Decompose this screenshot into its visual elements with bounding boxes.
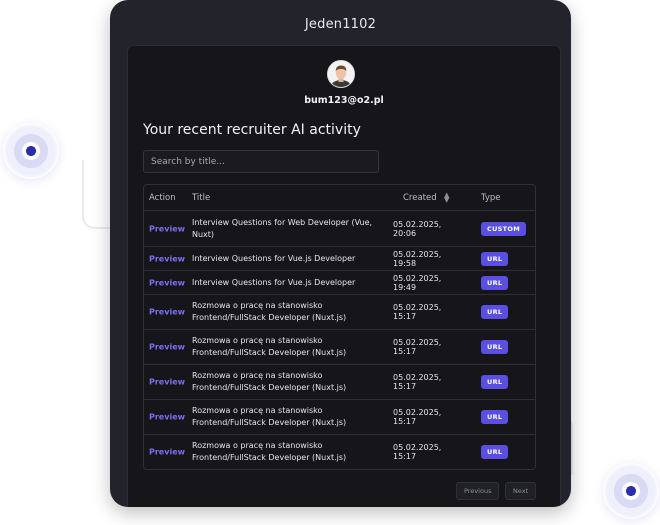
- page-title: Your recent recruiter AI activity: [143, 122, 361, 138]
- type-badge: URL: [481, 340, 509, 354]
- type-badge-cell: URL: [481, 305, 509, 319]
- type-badge: CUSTOM: [481, 221, 526, 236]
- previous-page-button[interactable]: Previous: [456, 482, 500, 500]
- type-badge: URL: [481, 410, 509, 424]
- table-header: Action Title Created ▲ ▼ Type: [144, 185, 535, 210]
- table-row: Preview Rozmowa o pracę na stanowisko Fr…: [144, 364, 535, 399]
- table-row: Preview Interview Questions for Web Deve…: [144, 210, 535, 246]
- row-created: 05.02.2025, 15:17: [393, 303, 442, 321]
- row-title: Interview Questions for Web Developer (V…: [192, 217, 373, 239]
- column-header-title: Title: [192, 192, 211, 203]
- row-title: Rozmowa o pracę na stanowisko Frontend/F…: [192, 406, 347, 427]
- app-window: Jeden1102 bum123@o2.pl Your recent recru…: [110, 0, 571, 507]
- user-email: bum123@o2.pl: [304, 95, 384, 106]
- type-badge-cell: URL: [481, 275, 509, 290]
- decorative-orb-left: [3, 123, 59, 179]
- table-row: Preview Rozmowa o pracę na stanowisko Fr…: [144, 329, 535, 364]
- search-input[interactable]: [143, 150, 379, 173]
- type-badge-cell: URL: [481, 445, 509, 459]
- row-created: 05.02.2025, 15:17: [393, 338, 442, 356]
- column-header-type: Type: [481, 192, 501, 203]
- row-created: 05.02.2025, 19:49: [393, 273, 442, 292]
- table-row: Preview Interview Questions for Vue.js D…: [144, 270, 535, 294]
- row-title: Interview Questions for Vue.js Developer: [192, 277, 356, 287]
- table-row: Preview Rozmowa o pracę na stanowisko Fr…: [144, 434, 535, 469]
- row-created: 05.02.2025, 15:17: [393, 408, 442, 426]
- table-row: Preview Rozmowa o pracę na stanowisko Fr…: [144, 294, 535, 329]
- sort-icon[interactable]: ▲ ▼: [444, 191, 449, 203]
- type-badge: URL: [481, 305, 509, 319]
- row-created: 05.02.2025, 15:17: [393, 373, 442, 391]
- column-header-created[interactable]: Created: [403, 193, 475, 203]
- preview-link[interactable]: Preview: [149, 413, 185, 422]
- type-badge: URL: [481, 375, 509, 389]
- type-badge: URL: [481, 251, 509, 266]
- type-badge-cell: URL: [481, 251, 509, 266]
- type-badge-cell: URL: [481, 410, 509, 424]
- activity-table: Action Title Created ▲ ▼ Type Preview Int…: [143, 184, 536, 470]
- preview-link[interactable]: Preview: [149, 308, 185, 317]
- type-badge-cell: URL: [481, 340, 509, 354]
- row-title: Rozmowa o pracę na stanowisko Frontend/F…: [192, 336, 347, 357]
- row-created: 05.02.2025, 19:58: [393, 249, 442, 268]
- column-header-action: Action: [149, 192, 176, 203]
- row-title: Rozmowa o pracę na stanowisko Frontend/F…: [192, 301, 347, 322]
- type-badge-cell: CUSTOM: [481, 221, 526, 236]
- table-row: Preview Rozmowa o pracę na stanowisko Fr…: [144, 399, 535, 434]
- type-badge: URL: [481, 275, 509, 290]
- preview-link[interactable]: Preview: [149, 448, 185, 457]
- app-title: Jeden1102: [304, 17, 377, 32]
- row-created: 05.02.2025, 20:06: [393, 219, 442, 238]
- row-title: Rozmowa o pracę na stanowisko Frontend/F…: [192, 441, 347, 462]
- preview-link[interactable]: Preview: [149, 343, 185, 352]
- type-badge: URL: [481, 445, 509, 459]
- avatar[interactable]: [327, 60, 355, 88]
- preview-link[interactable]: Preview: [149, 278, 185, 287]
- row-created: 05.02.2025, 15:17: [393, 443, 442, 461]
- row-title: Interview Questions for Vue.js Developer: [192, 253, 356, 263]
- preview-link[interactable]: Preview: [149, 254, 185, 263]
- preview-link[interactable]: Preview: [149, 224, 185, 233]
- preview-link[interactable]: Preview: [149, 378, 185, 387]
- row-title: Rozmowa o pracę na stanowisko Frontend/F…: [192, 371, 347, 392]
- activity-panel: bum123@o2.pl Your recent recruiter AI ac…: [127, 45, 561, 507]
- table-row: Preview Interview Questions for Vue.js D…: [144, 246, 535, 270]
- next-page-button[interactable]: Next: [505, 482, 537, 500]
- type-badge-cell: URL: [481, 375, 509, 389]
- decorative-orb-right: [603, 463, 659, 519]
